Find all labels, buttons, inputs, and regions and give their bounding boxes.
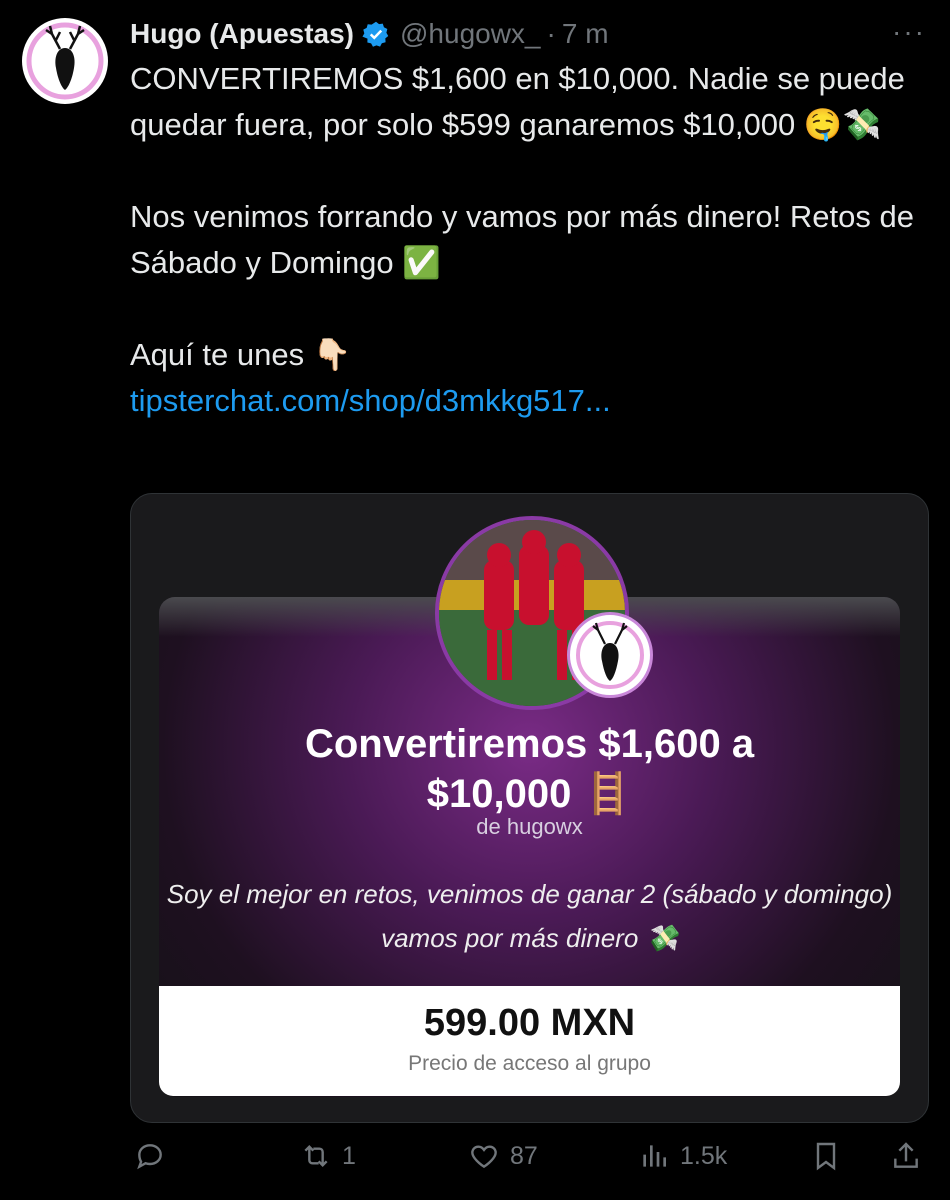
author-handle[interactable]: @hugowx_ (400, 18, 541, 50)
price-label: Precio de acceso al grupo (408, 1052, 651, 1075)
tweet-header: Hugo (Apuestas) @hugowx_ · 7 m ··· (130, 14, 926, 54)
retweet-count: 1 (342, 1141, 356, 1170)
card-description: Soy el mejor en retos, venimos de ganar … (166, 879, 893, 953)
bookmark-button[interactable] (810, 1140, 842, 1172)
views-button[interactable]: 1.5k (638, 1140, 727, 1172)
link-preview-card[interactable]: Convertiremos $1,600 a $10,000 🪜 de hugo… (130, 493, 929, 1123)
creator-logo-badge (567, 612, 653, 698)
reply-button[interactable] (134, 1140, 176, 1172)
card-title-line-2: $10,000 🪜 (426, 772, 633, 816)
bookmark-icon (816, 1142, 836, 1171)
timestamp[interactable]: 7 m (562, 18, 609, 50)
tweet-link[interactable]: tipsterchat.com/shop/d3mkkg517... (130, 383, 611, 418)
tweet-actions: 1 87 1.5k (130, 1140, 930, 1186)
tweet-text: CONVERTIREMOS $1,600 en $10,000. Nadie s… (130, 61, 914, 372)
deer-logo-icon (26, 22, 104, 100)
share-button[interactable] (890, 1140, 922, 1172)
separator-dot: · (546, 18, 556, 49)
verified-badge-icon (362, 21, 389, 47)
price-box: 599.00 MXN Precio de acceso al grupo (159, 986, 900, 1096)
like-button[interactable]: 87 (468, 1140, 538, 1172)
heart-icon (471, 1145, 497, 1169)
price-value: 599.00 MXN (423, 1002, 636, 1044)
share-icon (894, 1142, 918, 1168)
author-name[interactable]: Hugo (Apuestas) (130, 18, 354, 50)
reply-icon (137, 1144, 162, 1170)
views-icon (643, 1145, 666, 1167)
card-author: de hugowx (476, 814, 583, 839)
more-options-icon[interactable]: ··· (892, 16, 926, 48)
author-avatar[interactable] (22, 18, 108, 104)
like-count: 87 (510, 1141, 538, 1170)
tweet-body: CONVERTIREMOS $1,600 en $10,000. Nadie s… (130, 56, 930, 424)
retweet-button[interactable]: 1 (300, 1140, 356, 1172)
views-count: 1.5k (680, 1141, 728, 1170)
card-title: Convertiremos $1,600 a $10,000 🪜 (159, 719, 900, 819)
card-title-line-1: Convertiremos $1,600 a (304, 722, 755, 766)
deer-logo-icon (576, 621, 644, 689)
retweet-icon (304, 1144, 328, 1168)
